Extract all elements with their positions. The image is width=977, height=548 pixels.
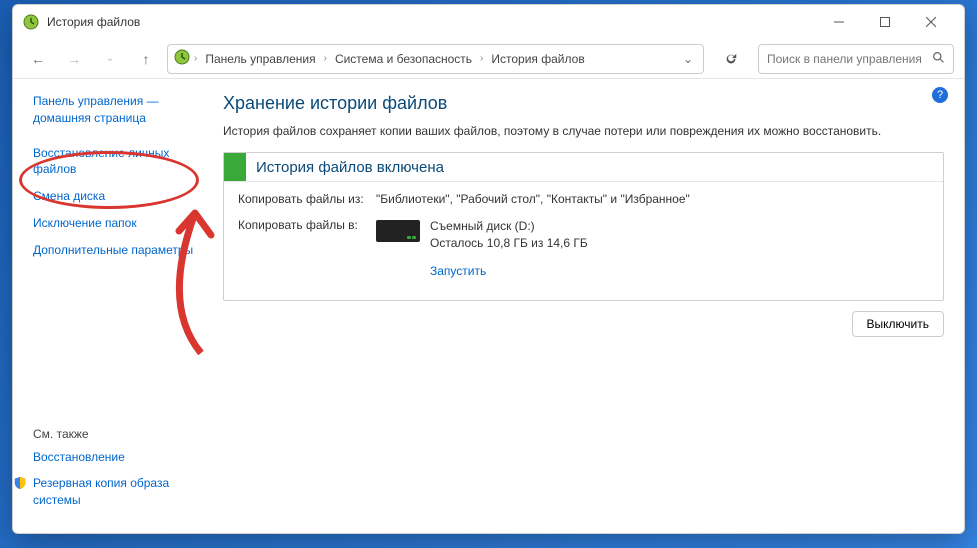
toolbar: ← → ⌄ ↑ › Панель управления › Система и … [13,39,964,79]
file-history-icon [174,49,190,68]
status-body: Копировать файлы из: "Библиотеки", "Рабо… [224,182,943,300]
breadcrumb-item[interactable]: Панель управления [201,50,319,68]
breadcrumb-item[interactable]: История файлов [487,50,588,68]
forward-button[interactable]: → [59,44,89,74]
search-input[interactable] [767,52,928,66]
sidebar-recovery-link[interactable]: Восстановление [33,449,203,466]
action-row: Выключить [223,311,944,337]
drive-space: Осталось 10,8 ГБ из 14,6 ГБ [430,235,588,252]
turn-off-button[interactable]: Выключить [852,311,944,337]
sidebar-restore-files-link[interactable]: Восстановление личных файлов [33,145,203,179]
titlebar: История файлов [13,5,964,39]
drive-info: Съемный диск (D:) Осталось 10,8 ГБ из 14… [430,218,588,252]
sidebar-exclude-folders-link[interactable]: Исключение папок [33,215,203,232]
copy-to-label: Копировать файлы в: [238,218,376,278]
drive-name: Съемный диск (D:) [430,218,588,235]
copy-from-value: "Библиотеки", "Рабочий стол", "Контакты"… [376,192,929,206]
main-panel: ? Хранение истории файлов История файлов… [213,79,964,533]
content-area: Панель управления — домашняя страница Во… [13,79,964,533]
copy-to-row: Копировать файлы в: Съемный диск (D:) Ос… [238,218,929,278]
chevron-right-icon: › [324,53,327,64]
page-description: История файлов сохраняет копии ваших фай… [223,122,944,140]
sidebar-home-link[interactable]: Панель управления — домашняя страница [33,93,203,127]
chevron-right-icon: › [194,53,197,64]
up-button[interactable]: ↑ [131,44,161,74]
window-controls [816,7,954,37]
breadcrumb[interactable]: › Панель управления › Система и безопасн… [167,44,704,74]
refresh-button[interactable] [716,44,746,74]
sidebar-change-drive-link[interactable]: Смена диска [33,188,203,205]
status-on-icon [224,153,246,181]
search-icon [932,51,945,67]
recent-button[interactable]: ⌄ [95,44,125,74]
status-box: История файлов включена Копировать файлы… [223,152,944,301]
sidebar-system-image-link[interactable]: Резервная копия образа системы [33,475,203,509]
see-also-label: См. также [33,427,203,441]
file-history-icon [23,14,39,30]
close-button[interactable] [908,7,954,37]
sidebar-advanced-link[interactable]: Дополнительные параметры [33,242,203,259]
help-icon[interactable]: ? [932,87,948,103]
run-link[interactable]: Запустить [430,264,486,278]
back-button[interactable]: ← [23,44,53,74]
search-box[interactable] [758,44,954,74]
shield-icon [13,476,27,490]
sidebar: Панель управления — домашняя страница Во… [13,79,213,533]
page-heading: Хранение истории файлов [223,93,944,114]
control-panel-window: История файлов ← → ⌄ ↑ › Панель управлен… [12,4,965,534]
status-header: История файлов включена [224,153,943,182]
minimize-button[interactable] [816,7,862,37]
copy-from-label: Копировать файлы из: [238,192,376,206]
copy-from-row: Копировать файлы из: "Библиотеки", "Рабо… [238,192,929,206]
status-title: История файлов включена [246,154,454,181]
window-title: История файлов [47,15,816,29]
drive-icon [376,220,420,242]
maximize-button[interactable] [862,7,908,37]
chevron-right-icon: › [480,53,483,64]
breadcrumb-item[interactable]: Система и безопасность [331,50,476,68]
chevron-down-icon[interactable]: ⌄ [679,52,697,66]
